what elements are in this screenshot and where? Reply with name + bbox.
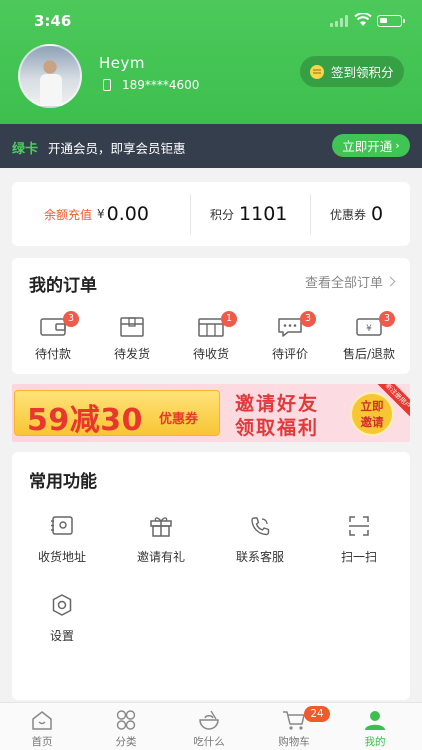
open-membership-label: 立即开通 bbox=[342, 139, 393, 154]
promo-banner[interactable]: 59减30 优惠券 邀请好友 领取福利 立即 邀请 新注册用户 bbox=[12, 384, 410, 442]
balance-label: 余额充值 bbox=[44, 207, 93, 222]
wallet-icon: 3 bbox=[39, 311, 79, 338]
order-badge: 1 bbox=[221, 311, 237, 327]
address-icon bbox=[49, 514, 75, 538]
order-label: 待发货 bbox=[113, 347, 150, 361]
promo-coupon-label: 优惠券 bbox=[159, 412, 199, 427]
func-settings[interactable]: 设置 bbox=[22, 593, 102, 644]
promo-discount: 59减30 bbox=[27, 403, 143, 438]
order-label: 待付款 bbox=[34, 347, 71, 361]
divider bbox=[190, 194, 191, 234]
order-after-sales[interactable]: ¥ 3 售后/退款 bbox=[334, 311, 404, 362]
comment-icon: 3 bbox=[276, 311, 316, 338]
phone-service-icon bbox=[247, 514, 273, 538]
checkin-button[interactable]: 签到领积分 bbox=[300, 56, 404, 87]
order-badge: 3 bbox=[300, 311, 316, 327]
func-customer-service[interactable]: 联系客服 bbox=[220, 514, 300, 565]
refund-icon: ¥ 3 bbox=[355, 311, 395, 338]
battery-icon bbox=[377, 15, 405, 27]
balance-value: 0.00 bbox=[106, 203, 149, 225]
tab-cart[interactable]: 24 购物车 bbox=[264, 706, 330, 749]
func-label: 扫一扫 bbox=[340, 550, 377, 564]
cart-badge: 24 bbox=[304, 706, 330, 722]
cart-icon: 24 bbox=[282, 706, 330, 731]
chevron-right-icon bbox=[385, 276, 396, 287]
category-icon bbox=[114, 709, 138, 731]
tab-what-to-eat[interactable]: 吃什么 bbox=[179, 709, 239, 749]
tab-label: 吃什么 bbox=[193, 736, 225, 748]
coupons-value: 0 bbox=[371, 203, 384, 225]
tab-label: 我的 bbox=[364, 736, 386, 748]
invite-now-button[interactable]: 立即 邀请 bbox=[350, 392, 394, 436]
open-membership-button[interactable]: 立即开通 › bbox=[332, 134, 410, 157]
user-name: Heym bbox=[99, 54, 145, 72]
status-bar: 3:46 bbox=[0, 0, 422, 44]
common-functions-card: 常用功能 收货地址 邀请有礼 联系客服 扫一扫 设置 bbox=[12, 452, 410, 700]
orders-title: 我的订单 bbox=[29, 276, 97, 296]
phone-icon bbox=[103, 79, 111, 91]
tab-category[interactable]: 分类 bbox=[96, 709, 156, 749]
bottom-tab-bar: 首页 分类 吃什么 24 购物车 我的 bbox=[0, 702, 422, 750]
coupons-stat[interactable]: 优惠券 0 bbox=[330, 182, 383, 246]
points-label: 积分 bbox=[210, 207, 235, 222]
view-all-label: 查看全部订单 bbox=[304, 276, 383, 291]
invite-line1: 立即 bbox=[360, 399, 384, 413]
order-pending-payment[interactable]: 3 待付款 bbox=[18, 311, 88, 362]
functions-title: 常用功能 bbox=[29, 472, 97, 492]
account-stats-card: 余额充值 ¥ 0.00 积分 1101 优惠券 0 bbox=[12, 182, 410, 246]
order-pending-shipment[interactable]: 待发货 bbox=[97, 316, 167, 362]
coin-icon bbox=[310, 64, 324, 79]
signal-icon bbox=[330, 15, 350, 27]
func-label: 联系客服 bbox=[235, 550, 284, 564]
member-text: 开通会员，即享会员钜惠 bbox=[48, 141, 186, 156]
tab-label: 分类 bbox=[115, 736, 137, 748]
checkin-label: 签到领积分 bbox=[331, 65, 394, 80]
promo-line2: 领取福利 bbox=[235, 417, 320, 439]
tab-mine[interactable]: 我的 bbox=[345, 709, 405, 749]
invite-line2: 邀请 bbox=[360, 415, 384, 429]
member-tag: 绿卡 bbox=[12, 142, 39, 157]
order-badge: 3 bbox=[63, 311, 79, 327]
currency-symbol: ¥ bbox=[97, 207, 105, 221]
tab-label: 首页 bbox=[31, 736, 53, 748]
order-pending-receipt[interactable]: 1 待收货 bbox=[176, 311, 246, 362]
func-invite[interactable]: 邀请有礼 bbox=[121, 514, 201, 565]
order-label: 待评价 bbox=[271, 347, 308, 361]
svg-text:¥: ¥ bbox=[366, 324, 372, 334]
order-label: 待收货 bbox=[192, 347, 229, 361]
truck-box-icon: 1 bbox=[197, 311, 237, 338]
tab-label: 购物车 bbox=[278, 736, 310, 748]
chevron-right-icon: › bbox=[395, 139, 400, 152]
user-phone: 189****4600 bbox=[122, 78, 200, 92]
order-label: 售后/退款 bbox=[342, 347, 396, 361]
coupons-label: 优惠券 bbox=[330, 207, 367, 222]
wifi-icon bbox=[354, 13, 372, 26]
order-pending-review[interactable]: 3 待评价 bbox=[255, 311, 325, 362]
points-value: 1101 bbox=[239, 203, 288, 225]
divider bbox=[310, 194, 311, 234]
order-badge: 3 bbox=[379, 311, 395, 327]
avatar[interactable] bbox=[18, 44, 82, 108]
func-label: 设置 bbox=[49, 629, 74, 643]
tab-home[interactable]: 首页 bbox=[12, 709, 72, 749]
profile-header: 3:46 Heym 189****4600 签到领积分 bbox=[0, 0, 422, 124]
user-icon bbox=[363, 709, 387, 731]
promo-line1: 邀请好友 bbox=[235, 393, 320, 415]
settings-icon bbox=[49, 593, 75, 617]
my-orders-card: 我的订单 查看全部订单 3 待付款 待发货 1 待收货 3 待评价 ¥ 3 售后… bbox=[12, 258, 410, 374]
home-icon bbox=[30, 709, 54, 731]
scan-icon bbox=[346, 514, 372, 538]
func-label: 邀请有礼 bbox=[136, 550, 185, 564]
bowl-icon bbox=[197, 709, 221, 731]
package-icon bbox=[118, 316, 146, 338]
func-label: 收货地址 bbox=[37, 550, 86, 564]
points-stat[interactable]: 积分 1101 bbox=[210, 182, 287, 246]
view-all-orders-link[interactable]: 查看全部订单 bbox=[304, 272, 396, 291]
balance-stat[interactable]: 余额充值 ¥ 0.00 bbox=[44, 182, 149, 246]
func-scan[interactable]: 扫一扫 bbox=[319, 514, 399, 565]
gift-icon bbox=[148, 514, 174, 538]
coupon-box: 59减30 优惠券 bbox=[14, 390, 220, 438]
status-time: 3:46 bbox=[34, 12, 72, 30]
func-address[interactable]: 收货地址 bbox=[22, 514, 102, 565]
